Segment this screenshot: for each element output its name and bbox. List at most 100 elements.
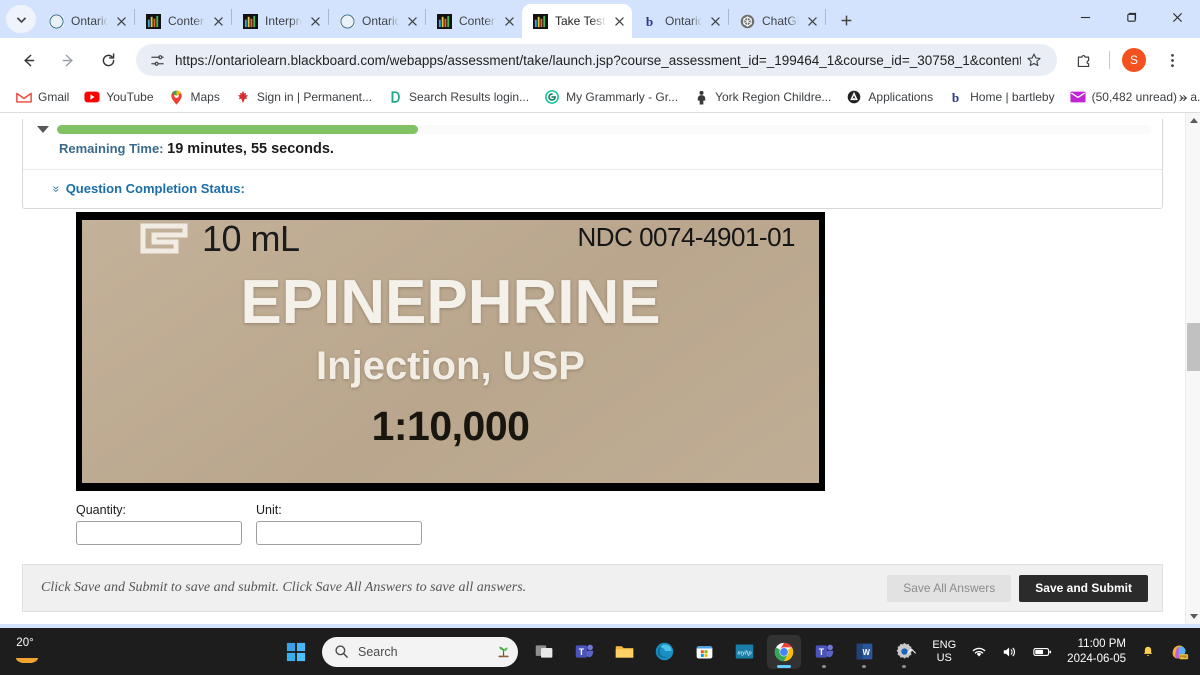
profile-avatar[interactable]: S bbox=[1122, 48, 1146, 72]
scroll-up-button[interactable] bbox=[1186, 113, 1200, 128]
bartleby-icon: b bbox=[948, 89, 964, 105]
bookmark-item[interactable]: Maps bbox=[163, 86, 226, 108]
tab-separator bbox=[825, 9, 826, 25]
reload-icon[interactable] bbox=[93, 45, 123, 75]
taskbar-search-box[interactable]: Search bbox=[322, 636, 518, 667]
word-icon[interactable]: W bbox=[847, 635, 881, 669]
gmail-icon bbox=[16, 89, 32, 105]
browser-tab[interactable]: Content bbox=[135, 4, 231, 38]
edge-icon[interactable] bbox=[647, 635, 681, 669]
bookmarks-overflow-button[interactable]: » bbox=[1172, 86, 1194, 108]
bookmark-label: My Grammarly - Gr... bbox=[566, 90, 679, 104]
blackboard-icon bbox=[436, 13, 452, 29]
language-secondary: US bbox=[936, 651, 952, 664]
running-indicator bbox=[862, 664, 866, 668]
bell-icon[interactable] bbox=[1138, 643, 1158, 661]
three-dot-menu-icon[interactable] bbox=[1157, 45, 1187, 75]
bookmark-item[interactable]: York Region Childre... bbox=[687, 86, 837, 108]
battery-icon[interactable] bbox=[1030, 644, 1055, 660]
clock-and-date[interactable]: 11:00 PM 2024-06-05 bbox=[1064, 635, 1129, 668]
bookmark-item[interactable]: Applications bbox=[840, 86, 939, 108]
unit-input[interactable] bbox=[256, 521, 422, 545]
browser-tab[interactable]: Interpreting bbox=[232, 4, 328, 38]
globe-icon bbox=[339, 13, 355, 29]
wifi-icon[interactable] bbox=[968, 643, 990, 661]
page-scrollbar[interactable] bbox=[1185, 113, 1200, 624]
epinephrine-vial-label-image: 10 mL NDC 0074-4901-01 EPINEPHRINE Injec… bbox=[76, 212, 825, 491]
scrollbar-thumb[interactable] bbox=[1187, 323, 1200, 371]
new-tab-button[interactable] bbox=[832, 6, 860, 34]
close-tab-icon[interactable] bbox=[306, 12, 324, 30]
close-tab-icon[interactable] bbox=[803, 12, 821, 30]
browser-tab[interactable]: OntarioLearn bbox=[38, 4, 134, 38]
close-window-button[interactable] bbox=[1154, 0, 1200, 34]
chrome-icon[interactable] bbox=[767, 634, 801, 669]
browser-tab[interactable]: OntarioLearn bbox=[329, 4, 425, 38]
bookmark-star-icon[interactable] bbox=[1021, 47, 1047, 73]
vial-ndc-text: NDC 0074-4901-01 bbox=[577, 222, 796, 252]
bookmark-item[interactable]: My Grammarly - Gr... bbox=[538, 86, 684, 108]
language-primary: ENG bbox=[932, 638, 957, 651]
extensions-icon[interactable] bbox=[1068, 45, 1098, 75]
bookmark-item[interactable]: YouTube bbox=[78, 86, 159, 108]
task-view-icon[interactable] bbox=[527, 635, 561, 669]
bookmark-item[interactable]: Gmail bbox=[10, 86, 75, 108]
close-tab-icon[interactable] bbox=[112, 12, 130, 30]
unit-label: Unit: bbox=[256, 503, 282, 517]
close-tab-icon[interactable] bbox=[209, 12, 227, 30]
bookmark-label: Search Results login... bbox=[409, 90, 530, 104]
running-indicator bbox=[777, 664, 791, 668]
plant-icon[interactable] bbox=[495, 642, 512, 662]
windows-start-icon[interactable] bbox=[279, 635, 313, 669]
close-tab-icon[interactable] bbox=[610, 12, 628, 30]
question-completion-status-label[interactable]: Question Completion Status: bbox=[66, 181, 245, 196]
blackboard-icon bbox=[145, 13, 161, 29]
bartleby-icon: b bbox=[642, 13, 658, 29]
file-explorer-icon[interactable] bbox=[607, 635, 641, 669]
save-and-submit-button[interactable]: Save and Submit bbox=[1019, 574, 1148, 602]
scroll-down-button[interactable] bbox=[1186, 609, 1200, 624]
vial-label-face: 10 mL NDC 0074-4901-01 EPINEPHRINE Injec… bbox=[82, 220, 819, 483]
blackboard-icon bbox=[242, 13, 258, 29]
maximize-button[interactable] bbox=[1108, 0, 1154, 34]
save-all-answers-button[interactable]: Save All Answers bbox=[887, 574, 1012, 602]
volume-icon[interactable] bbox=[999, 643, 1021, 661]
copilot-icon[interactable]: PRE bbox=[1167, 640, 1192, 663]
bookmark-item[interactable]: Sign in | Permanent... bbox=[229, 86, 378, 108]
browser-tab[interactable]: ChatGPT bbox=[729, 4, 825, 38]
tab-search-button[interactable] bbox=[6, 5, 36, 33]
collapse-triangle-icon[interactable] bbox=[37, 126, 49, 133]
bookmark-item[interactable]: b Home | bartleby bbox=[942, 86, 1061, 108]
site-settings-icon[interactable] bbox=[148, 51, 166, 69]
question-completion-status-row[interactable]: » Question Completion Status: bbox=[23, 170, 1162, 208]
browser-tab[interactable]: Content bbox=[426, 4, 522, 38]
bookmark-item[interactable]: Search Results login... bbox=[381, 86, 535, 108]
teams-icon[interactable]: T bbox=[807, 635, 841, 669]
close-tab-icon[interactable] bbox=[500, 12, 518, 30]
language-indicator[interactable]: ENG US bbox=[929, 637, 959, 666]
tab-title: OntarioLearn bbox=[665, 14, 702, 28]
close-tab-icon[interactable] bbox=[403, 12, 421, 30]
back-arrow-icon[interactable] bbox=[13, 45, 43, 75]
blackboard-icon bbox=[145, 13, 161, 29]
close-tab-icon[interactable] bbox=[706, 12, 724, 30]
show-hidden-icons-chevron[interactable] bbox=[903, 644, 920, 659]
browser-tab[interactable]: b OntarioLearn bbox=[632, 4, 728, 38]
quantity-input[interactable] bbox=[76, 521, 242, 545]
vial-concentration-text: 1:10,000 bbox=[371, 403, 530, 449]
save-bar: Click Save and Submit to save and submit… bbox=[22, 564, 1163, 612]
address-bar[interactable]: https://ontariolearn.blackboard.com/weba… bbox=[136, 44, 1058, 76]
microsoft-store-icon[interactable] bbox=[687, 635, 721, 669]
teams-icon[interactable]: T bbox=[567, 635, 601, 669]
browser-tab[interactable]: Take Test: I bbox=[522, 4, 632, 38]
tab-title: OntarioLearn bbox=[362, 14, 399, 28]
bookmark-label: Gmail bbox=[38, 90, 70, 104]
tab-title: ChatGPT bbox=[762, 14, 799, 28]
myhp-icon[interactable]: myhp bbox=[727, 635, 761, 669]
chevron-double-down-icon[interactable]: » bbox=[49, 185, 63, 192]
minimize-button[interactable] bbox=[1062, 0, 1108, 34]
tray-date: 2024-06-05 bbox=[1067, 652, 1126, 665]
tab-strip: OntarioLearn Content Interpreting OntarioLe… bbox=[0, 0, 1200, 38]
forward-arrow-icon[interactable] bbox=[53, 45, 83, 75]
tab-title: Interpreting bbox=[265, 14, 302, 28]
